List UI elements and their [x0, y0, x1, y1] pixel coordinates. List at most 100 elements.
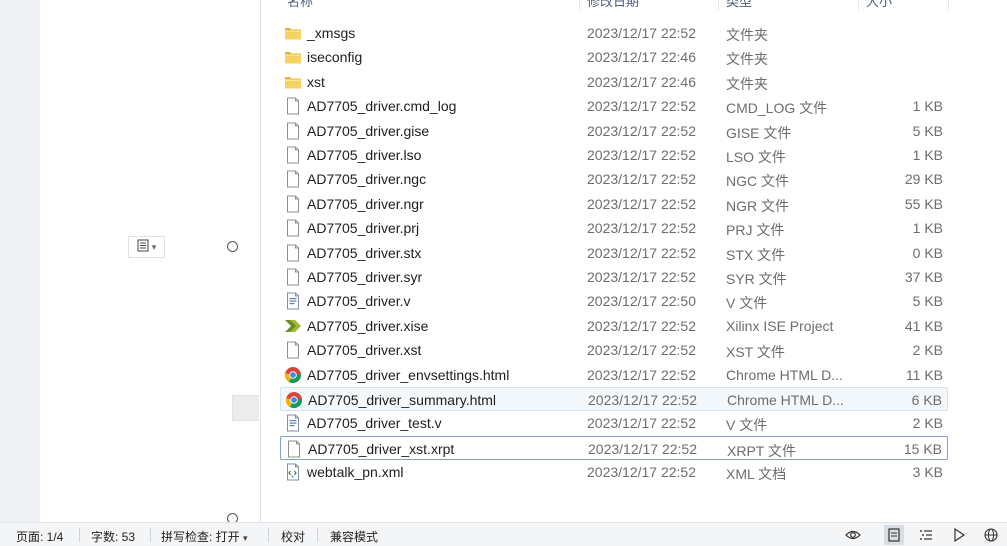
- file-name: AD7705_driver_xst.xrpt: [308, 440, 455, 457]
- file-size: 11 KB: [905, 366, 943, 383]
- file-row[interactable]: AD7705_driver_test.v 2023/12/17 22:52 V 文件…: [280, 411, 948, 435]
- file-size: 3 KB: [912, 464, 943, 481]
- file-row[interactable]: xst 2023/12/17 22:46 文件夹: [280, 70, 948, 94]
- file-row[interactable]: AD7705_driver.stx 2023/12/17 22:52 STX 文件 0…: [280, 241, 948, 265]
- file-type: XRPT 文件: [727, 442, 796, 459]
- file-modified-date: 2023/12/17 22:52: [587, 464, 696, 481]
- file-name: AD7705_driver.stx: [307, 244, 422, 261]
- file-row[interactable]: AD7705_driver_xst.xrpt 2023/12/17 22:52 XR…: [280, 435, 948, 460]
- column-type-header[interactable]: 类型: [720, 0, 752, 9]
- column-date-header[interactable]: 修改日期: [581, 0, 639, 9]
- file-type: GISE 文件: [726, 124, 792, 141]
- column-header: 名称 修改日期 类型 大小: [261, 0, 1007, 10]
- file-name: AD7705_driver_summary.html: [308, 392, 497, 408]
- file-name: AD7705_driver.syr: [307, 269, 423, 285]
- file-type: XML 文档: [726, 466, 787, 483]
- file-name: webtalk_pn.xml: [307, 464, 404, 481]
- file-row[interactable]: AD7705_driver.lso 2023/12/17 22:52 LSO 文件 1…: [280, 143, 948, 167]
- file-size: 2 KB: [912, 415, 943, 432]
- folder-icon: [284, 24, 302, 42]
- file-modified-date: 2023/12/17 22:52: [587, 366, 696, 383]
- page-indicator[interactable]: 页面: 1/4: [16, 528, 63, 545]
- file-row[interactable]: iseconfig 2023/12/17 22:46 文件夹: [280, 45, 948, 69]
- file-modified-date: 2023/12/17 22:52: [587, 220, 696, 237]
- file-row[interactable]: AD7705_driver.xise 2023/12/17 22:52 Xilinx…: [280, 314, 948, 338]
- file-row[interactable]: AD7705_driver.ngc 2023/12/17 22:52 NGC 文件 2…: [280, 167, 948, 191]
- file-type: Chrome HTML D...: [726, 366, 843, 383]
- file-name: AD7705_driver_test.v: [307, 415, 442, 432]
- file-row[interactable]: webtalk_pn.xml 2023/12/17 22:52 XML 文档 3 KB: [280, 460, 948, 484]
- folder-icon: [284, 73, 302, 91]
- column-name-header[interactable]: 名称: [281, 0, 313, 9]
- word-count[interactable]: 字数: 53: [91, 528, 135, 545]
- file-row[interactable]: AD7705_driver.gise 2023/12/17 22:52 GISE 文…: [280, 119, 948, 143]
- file-row[interactable]: AD7705_driver.prj 2023/12/17 22:52 PRJ 文件 1…: [280, 216, 948, 240]
- file-row[interactable]: AD7705_driver.syr 2023/12/17 22:52 SYR 文件 3…: [280, 265, 948, 289]
- file-name: AD7705_driver.xst: [307, 342, 422, 359]
- status-divider: [79, 528, 80, 542]
- spellcheck-label: 拼写检查: 打开: [161, 530, 240, 544]
- file-row[interactable]: AD7705_driver_summary.html 2023/12/17 22:…: [280, 387, 948, 411]
- file-type: STX 文件: [726, 246, 786, 263]
- verilog-file-icon: [284, 414, 302, 432]
- chevron-down-icon: ▾: [151, 241, 157, 252]
- file-row[interactable]: _xmsgs 2023/12/17 22:52 文件夹: [280, 21, 948, 45]
- file-name: AD7705_driver.ngr: [307, 195, 424, 212]
- eye-icon[interactable]: [843, 525, 863, 545]
- play-icon[interactable]: [949, 525, 969, 545]
- file-row[interactable]: AD7705_driver.cmd_log 2023/12/17 22:52 CMD…: [280, 94, 948, 118]
- file-icon: [284, 97, 302, 115]
- file-type: Xilinx ISE Project: [726, 317, 834, 334]
- file-name: AD7705_driver.v: [307, 293, 411, 310]
- column-divider: [718, 0, 719, 10]
- file-size: 15 KB: [903, 440, 942, 457]
- chrome-icon: [284, 366, 302, 384]
- file-type: V 文件: [726, 417, 768, 434]
- file-row[interactable]: AD7705_driver.v 2023/12/17 22:50 V 文件 5 KB: [280, 289, 948, 313]
- file-name: xst: [307, 73, 325, 90]
- image-anchor-widget[interactable]: ▾: [128, 236, 165, 258]
- file-icon: [284, 268, 302, 286]
- file-size: 37 KB: [904, 269, 943, 285]
- paragraph-anchor-icon: [137, 239, 149, 255]
- file-type: 文件夹: [726, 27, 768, 43]
- file-type: Chrome HTML D...: [727, 392, 844, 408]
- file-modified-date: 2023/12/17 22:46: [587, 49, 696, 66]
- file-icon: [284, 341, 302, 359]
- file-size: 2 KB: [912, 342, 943, 359]
- file-size: 0 KB: [912, 244, 943, 261]
- resize-handle-left[interactable]: [227, 241, 238, 252]
- file-row[interactable]: AD7705_driver.ngr 2023/12/17 22:52 NGR 文件 5…: [280, 192, 948, 216]
- file-icon: [284, 170, 302, 188]
- file-name: AD7705_driver.gise: [307, 122, 430, 139]
- file-row[interactable]: AD7705_driver_envsettings.html 2023/12/17…: [280, 363, 948, 387]
- file-icon: [285, 440, 303, 458]
- status-divider: [317, 528, 318, 542]
- file-row[interactable]: AD7705_driver.xst 2023/12/17 22:52 XST 文件 2…: [280, 338, 948, 362]
- proofread-button[interactable]: 校对: [281, 528, 305, 545]
- file-type: NGC 文件: [726, 173, 789, 190]
- column-size-header[interactable]: 大小: [860, 0, 892, 9]
- file-size: 1 KB: [912, 147, 943, 163]
- file-size: 1 KB: [912, 98, 943, 115]
- globe-icon[interactable]: [981, 525, 1001, 545]
- file-size: 5 KB: [912, 122, 943, 139]
- document-margin-left: [0, 0, 40, 522]
- verilog-file-icon: [284, 292, 302, 310]
- file-size: 5 KB: [912, 293, 943, 310]
- file-type: PRJ 文件: [726, 222, 785, 239]
- file-modified-date: 2023/12/17 22:46: [587, 73, 696, 90]
- file-type: 文件夹: [726, 51, 768, 68]
- file-modified-date: 2023/12/17 22:52: [587, 98, 696, 115]
- page-view-icon[interactable]: [884, 525, 904, 545]
- spellcheck-toggle[interactable]: 拼写检查: 打开 ▾: [161, 528, 248, 545]
- file-name: AD7705_driver.cmd_log: [307, 98, 457, 115]
- file-type: SYR 文件: [726, 271, 787, 287]
- file-modified-date: 2023/12/17 22:52: [587, 415, 696, 432]
- page-side-tab[interactable]: [232, 395, 259, 421]
- file-modified-date: 2023/12/17 22:52: [588, 440, 697, 457]
- file-size: 55 KB: [904, 195, 943, 212]
- column-divider: [858, 0, 859, 10]
- file-type: LSO 文件: [726, 149, 786, 165]
- outline-view-icon[interactable]: [916, 525, 936, 545]
